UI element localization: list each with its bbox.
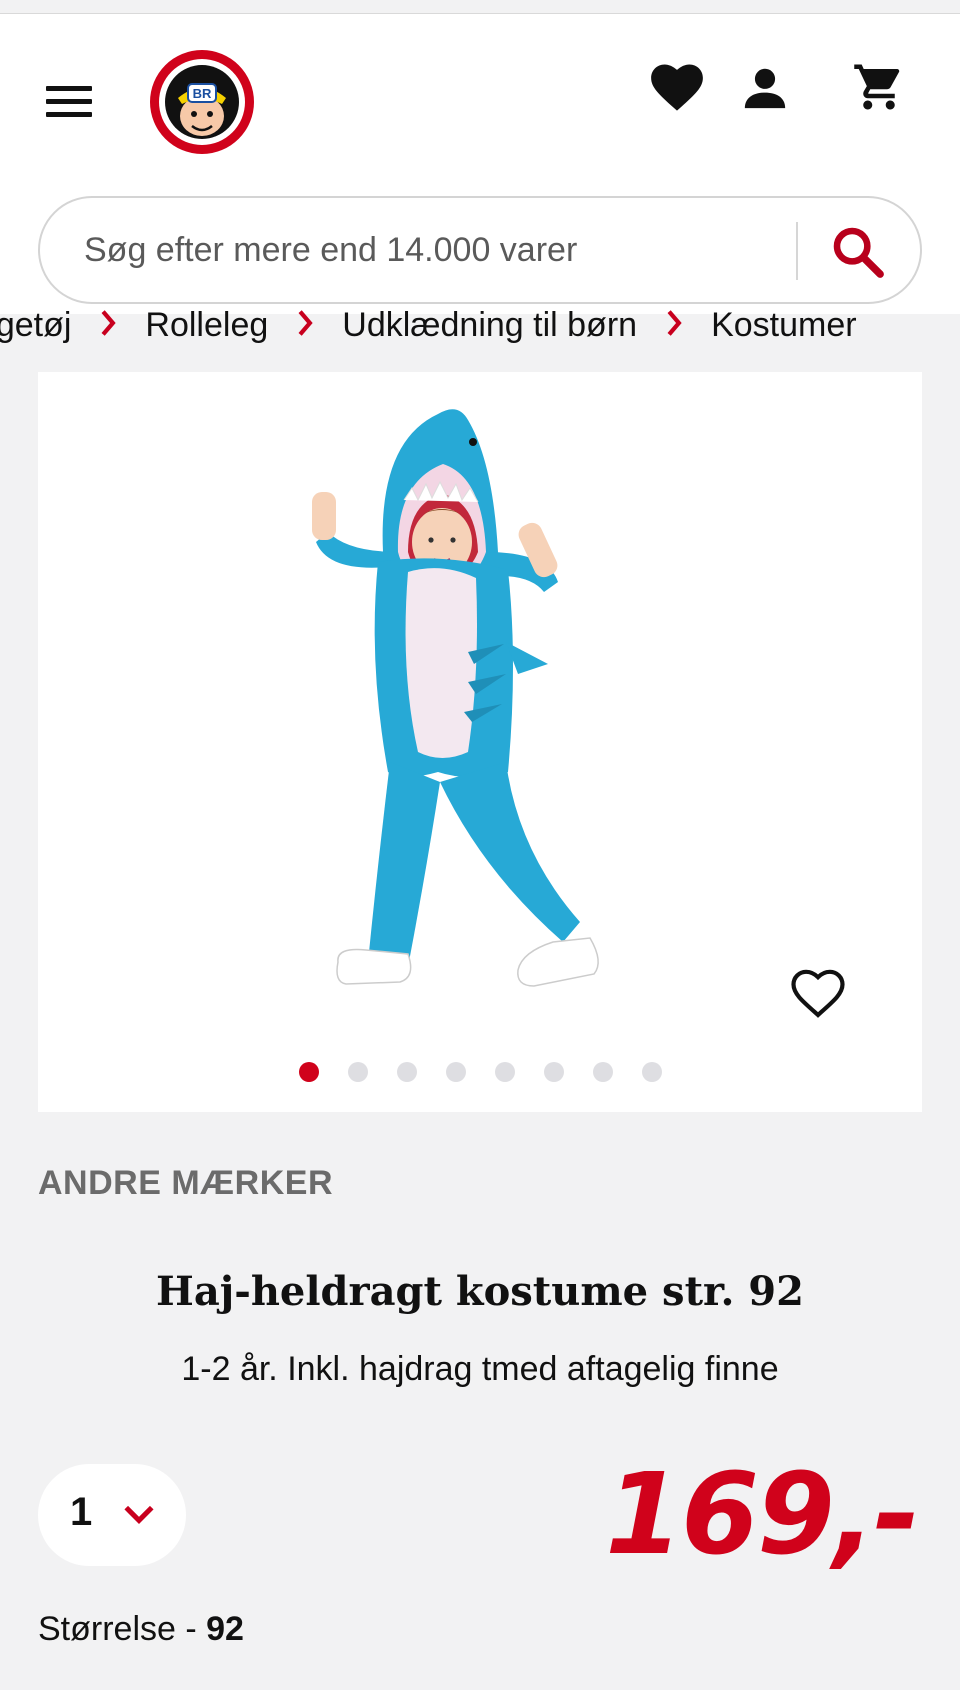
cart-icon[interactable] [852, 60, 906, 114]
gallery-dot[interactable] [347, 1062, 368, 1082]
gallery-dot[interactable] [298, 1062, 319, 1082]
breadcrumb-item[interactable]: Legetøj [0, 306, 71, 345]
chevron-right-icon [637, 306, 711, 345]
size-value: 92 [206, 1610, 244, 1648]
search-divider [796, 222, 798, 280]
brand-label[interactable]: ANDRE MÆRKER [38, 1164, 333, 1203]
product-title: Haj-heldragt kostume str. 92 [156, 1268, 804, 1315]
status-bar-edge [0, 0, 960, 14]
gallery-pagination [38, 1062, 922, 1084]
gallery-dot[interactable] [641, 1062, 662, 1082]
size-info: Størrelse - 92 [38, 1610, 244, 1649]
gallery-dot[interactable] [445, 1062, 466, 1082]
search-bar [38, 196, 922, 304]
product-image[interactable] [308, 402, 688, 1022]
product-subtitle: 1-2 år. Inkl. hajdrag tmed aftagelig fin… [181, 1350, 779, 1388]
breadcrumb-item[interactable]: Kostumer [711, 306, 857, 345]
svg-text:BR: BR [193, 86, 212, 101]
size-label: Størrelse - [38, 1610, 207, 1648]
gallery-dot[interactable] [494, 1062, 515, 1082]
product-gallery[interactable] [38, 372, 922, 1112]
heart-filled-icon[interactable] [650, 62, 704, 112]
chevron-right-icon [268, 306, 342, 345]
breadcrumb-item[interactable]: Rolleleg [145, 306, 268, 345]
product-price: 169,- [605, 1450, 920, 1580]
chevron-right-icon [71, 306, 145, 345]
gallery-dot[interactable] [543, 1062, 564, 1082]
quantity-value: 1 [70, 1490, 93, 1534]
heart-outline-icon[interactable] [790, 968, 846, 1020]
breadcrumb: Legetøj Rolleleg Udklædning til børn Kos… [0, 302, 960, 352]
hamburger-icon[interactable] [46, 84, 94, 120]
person-icon[interactable] [742, 66, 788, 110]
search-input[interactable] [84, 220, 784, 280]
search-icon[interactable] [830, 224, 886, 280]
gallery-dot[interactable] [396, 1062, 417, 1082]
quantity-select[interactable]: 1 [38, 1464, 186, 1566]
br-logo[interactable]: BR [148, 48, 256, 156]
site-header: BR [0, 14, 960, 314]
breadcrumb-item[interactable]: Udklædning til børn [342, 306, 637, 345]
chevron-down-icon [124, 1505, 154, 1524]
gallery-dot[interactable] [592, 1062, 613, 1082]
